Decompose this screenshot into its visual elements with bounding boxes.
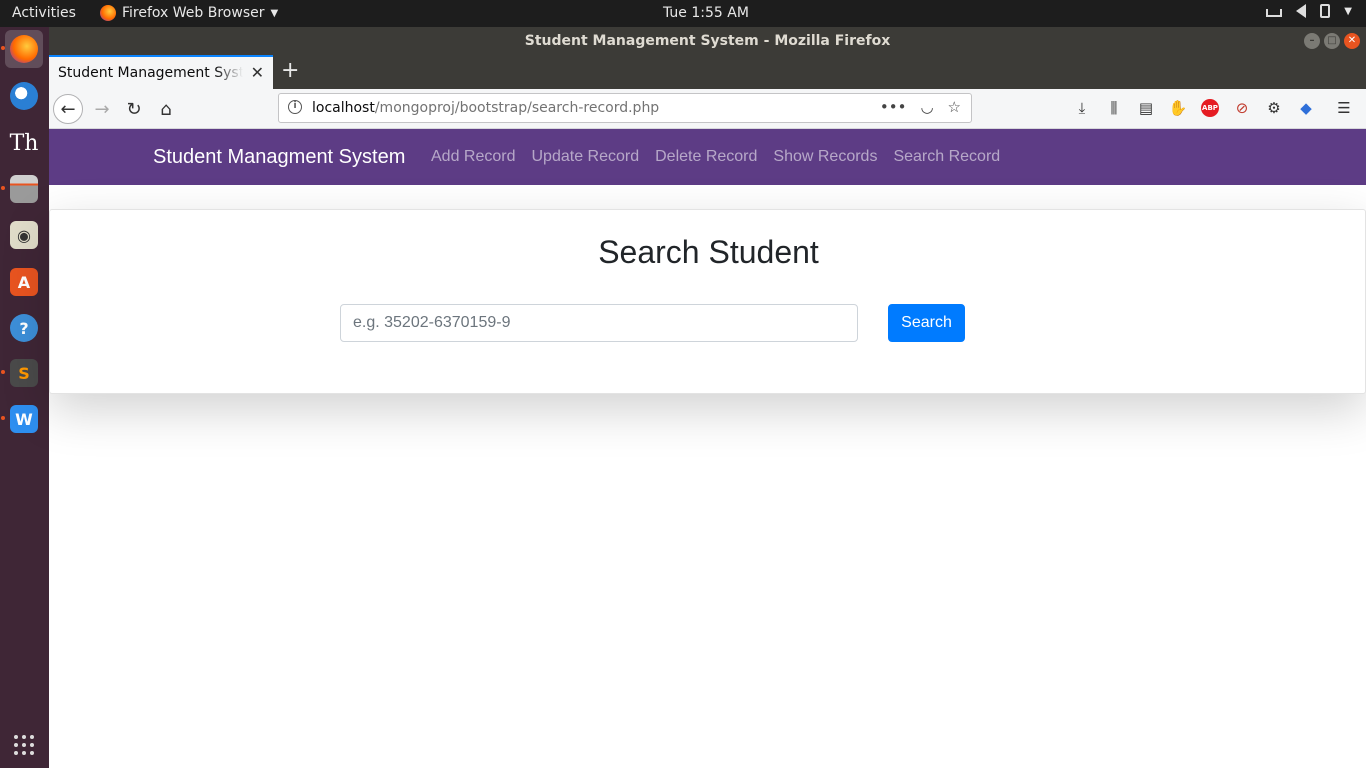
dock-item-files[interactable] — [5, 170, 43, 208]
web-page: Student Managment System Add Record Upda… — [49, 129, 1366, 768]
dock-item-typora[interactable]: Th — [5, 124, 43, 162]
tab-strip: Student Management System ✕ + — [49, 55, 1366, 89]
minimize-icon[interactable]: – — [1304, 33, 1320, 49]
downloads-icon[interactable]: ⤓ — [1073, 99, 1091, 117]
close-window-icon[interactable]: ✕ — [1344, 33, 1360, 49]
settings-extension-icon[interactable]: ⚙ — [1265, 99, 1283, 117]
maximize-icon[interactable]: □ — [1324, 33, 1340, 49]
clock[interactable]: Tue 1:55 AM — [663, 5, 749, 21]
activities-button[interactable]: Activities — [12, 5, 76, 21]
url-bar[interactable]: i localhost/mongoproj/bootstrap/search-r… — [278, 93, 972, 123]
nav-search-record[interactable]: Search Record — [893, 148, 1000, 166]
app-menu-label: Firefox Web Browser — [122, 5, 265, 21]
system-top-bar: Activities Firefox Web Browser ▼ Tue 1:5… — [0, 0, 1366, 27]
dock-item-firefox[interactable] — [5, 30, 43, 68]
app-navbar: Student Managment System Add Record Upda… — [49, 129, 1366, 185]
volume-icon[interactable] — [1296, 4, 1307, 18]
dock-item-sublime[interactable]: S — [5, 354, 43, 392]
search-button[interactable]: Search — [888, 304, 965, 342]
network-icon[interactable] — [1266, 9, 1283, 17]
brand-link[interactable]: Student Managment System — [153, 146, 405, 169]
typora-icon: Th — [9, 130, 39, 156]
chevron-down-icon[interactable]: ▼ — [1344, 6, 1352, 17]
forward-icon[interactable]: → — [87, 94, 117, 124]
search-input[interactable] — [340, 304, 858, 342]
new-tab-icon[interactable]: + — [281, 58, 299, 83]
app-menu[interactable]: Firefox Web Browser ▼ — [100, 5, 278, 21]
dock: Th ◉ A ? S W — [0, 27, 49, 768]
search-card: Search Student Search — [49, 209, 1366, 394]
home-icon[interactable]: ⌂ — [151, 94, 181, 124]
sublime-text-icon: S — [10, 359, 38, 387]
dock-item-software[interactable]: A — [5, 263, 43, 301]
browser-tab[interactable]: Student Management System ✕ — [49, 55, 273, 89]
battery-icon[interactable] — [1320, 4, 1331, 18]
url-host: localhost — [312, 100, 375, 116]
help-icon: ? — [10, 314, 38, 342]
hamburger-menu-icon[interactable]: ☰ — [1335, 99, 1353, 117]
dock-item-thunderbird[interactable] — [5, 77, 43, 115]
site-info-icon[interactable]: i — [288, 100, 302, 114]
page-actions-icon[interactable]: ••• — [880, 98, 907, 116]
nav-show-records[interactable]: Show Records — [773, 148, 877, 166]
rhythmbox-icon: ◉ — [10, 221, 38, 249]
system-tray[interactable]: ▼ — [1266, 4, 1352, 18]
software-center-icon: A — [10, 268, 38, 296]
graduation-cap-icon[interactable]: ◆ — [1297, 99, 1315, 117]
window-titlebar[interactable]: Student Management System - Mozilla Fire… — [49, 27, 1366, 55]
nav-add-record[interactable]: Add Record — [431, 148, 516, 166]
sidebar-icon[interactable]: ▤ — [1137, 99, 1155, 117]
dock-item-rhythmbox[interactable]: ◉ — [5, 216, 43, 254]
show-applications-icon[interactable] — [14, 735, 34, 755]
bookmark-star-icon[interactable]: ☆ — [948, 98, 961, 116]
nav-links: Add Record Update Record Delete Record S… — [431, 148, 1000, 166]
privacy-extension-icon[interactable]: ⊘ — [1233, 99, 1251, 117]
wps-writer-icon: W — [10, 405, 38, 433]
tab-title: Student Management System — [58, 65, 243, 81]
dock-item-wps[interactable]: W — [5, 400, 43, 438]
files-icon — [10, 175, 38, 203]
toolbar-actions: ⤓ ⫼ ▤ ✋ ABP ⊘ ⚙ ◆ ☰ — [1073, 99, 1353, 117]
firefox-icon — [100, 5, 116, 21]
nav-delete-record[interactable]: Delete Record — [655, 148, 757, 166]
window-title: Student Management System - Mozilla Fire… — [524, 33, 891, 49]
nav-update-record[interactable]: Update Record — [532, 148, 640, 166]
reload-icon[interactable]: ↻ — [119, 94, 149, 124]
thunderbird-icon — [10, 82, 38, 110]
pocket-icon[interactable]: ◡ — [920, 98, 933, 116]
url-path: /mongoproj/bootstrap/search-record.php — [374, 100, 660, 116]
gnome-extension-icon[interactable]: ✋ — [1169, 99, 1188, 117]
chevron-down-icon: ▼ — [270, 7, 279, 19]
firefox-icon — [10, 35, 38, 63]
back-icon[interactable]: ← — [53, 94, 83, 124]
adblock-icon[interactable]: ABP — [1201, 99, 1219, 117]
browser-toolbar: ← → ↻ ⌂ i localhost/mongoproj/bootstrap/… — [49, 89, 1366, 129]
close-tab-icon[interactable]: ✕ — [251, 63, 264, 82]
library-icon[interactable]: ⫼ — [1105, 99, 1123, 117]
dock-item-help[interactable]: ? — [5, 309, 43, 347]
page-title: Search Student — [598, 234, 819, 270]
